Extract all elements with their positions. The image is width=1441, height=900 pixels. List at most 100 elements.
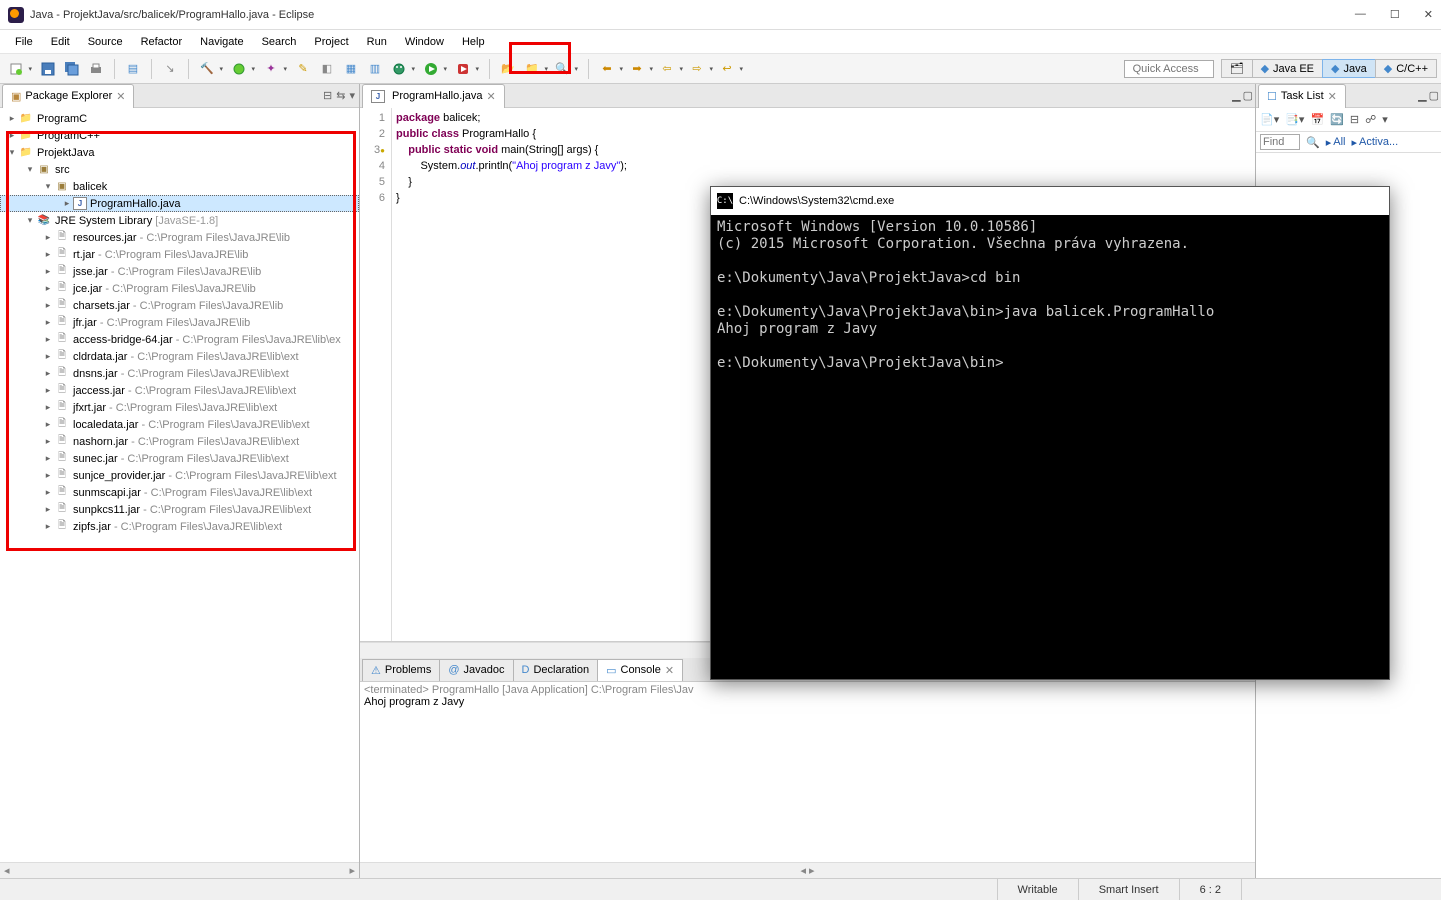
next-annotation-button[interactable]: ➡ xyxy=(627,59,647,79)
minimize-button[interactable]: — xyxy=(1355,8,1366,21)
open-perspective-button[interactable]: 🗂 xyxy=(1221,59,1253,78)
console-scrollbar[interactable]: ◂ ▸ xyxy=(360,862,1255,878)
task-menu-icon[interactable]: ▾ xyxy=(1382,113,1388,126)
menu-project[interactable]: Project xyxy=(305,33,357,51)
skip-breakpoints-button[interactable]: ↘ xyxy=(160,59,180,79)
menu-search[interactable]: Search xyxy=(253,33,306,51)
horizontal-scrollbar[interactable]: ◂▸ xyxy=(0,862,359,878)
maximize-editor-icon[interactable]: ▢ xyxy=(1243,89,1253,102)
tree-item[interactable]: 🗎jfxrt.jar - C:\Program Files\JavaJRE\li… xyxy=(0,399,359,416)
close-tasklist-icon[interactable]: ✕ xyxy=(1328,90,1337,103)
collapse-all-icon[interactable]: ⊟ xyxy=(323,89,332,102)
close-view-icon[interactable]: ✕ xyxy=(116,90,125,103)
new-task-icon[interactable]: 📄▾ xyxy=(1260,113,1279,126)
build-button[interactable]: 🔨 xyxy=(197,59,217,79)
console-view[interactable]: <terminated> ProgramHallo [Java Applicat… xyxy=(360,682,1255,862)
tree-item[interactable]: JProgramHallo.java xyxy=(0,195,359,212)
quick-access-input[interactable] xyxy=(1124,60,1214,78)
tree-item[interactable]: 🗎zipfs.jar - C:\Program Files\JavaJRE\li… xyxy=(0,518,359,535)
task-all-link[interactable]: ▸ All xyxy=(1326,136,1346,149)
close-button[interactable]: ✕ xyxy=(1424,8,1433,21)
close-editor-icon[interactable]: ✕ xyxy=(486,90,495,103)
link-editor-icon[interactable]: ⇆ xyxy=(336,89,345,102)
tree-item[interactable]: 🗎charsets.jar - C:\Program Files\JavaJRE… xyxy=(0,297,359,314)
maximize-button[interactable]: ☐ xyxy=(1390,8,1400,21)
tree-item[interactable]: 📁ProgramC xyxy=(0,110,359,127)
tree-item[interactable]: 🗎access-bridge-64.jar - C:\Program Files… xyxy=(0,331,359,348)
tree-item[interactable]: 🗎sunmscapi.jar - C:\Program Files\JavaJR… xyxy=(0,484,359,501)
new-server-button[interactable]: 📂 xyxy=(498,59,518,79)
menu-navigate[interactable]: Navigate xyxy=(191,33,252,51)
perspective-javaee[interactable]: ◆Java EE xyxy=(1252,59,1323,78)
open-folder-button[interactable]: 📁 xyxy=(522,59,542,79)
show-whitespace-button[interactable]: ▥ xyxy=(365,59,385,79)
task-sync-icon[interactable]: 🔄 xyxy=(1330,113,1344,126)
tree-item[interactable]: 📚JRE System Library [JavaSE-1.8] xyxy=(0,212,359,229)
cmd-window[interactable]: C:\ C:\Windows\System32\cmd.exe Microsof… xyxy=(710,186,1390,680)
maximize-tasklist-icon[interactable]: ▢ xyxy=(1429,89,1439,102)
perspective-cc[interactable]: ◆C/C++ xyxy=(1375,59,1437,78)
tree-item[interactable]: 🗎sunec.jar - C:\Program Files\JavaJRE\li… xyxy=(0,450,359,467)
tree-item[interactable]: ▣src xyxy=(0,161,359,178)
tree-item[interactable]: 🗎nashorn.jar - C:\Program Files\JavaJRE\… xyxy=(0,433,359,450)
last-edit-button[interactable]: ⬅ xyxy=(597,59,617,79)
editor-tab[interactable]: J ProgramHallo.java ✕ xyxy=(362,84,505,108)
view-menu-icon[interactable]: ▾ xyxy=(349,89,355,102)
menu-help[interactable]: Help xyxy=(453,33,494,51)
tree-item[interactable]: 🗎jfr.jar - C:\Program Files\JavaJRE\lib xyxy=(0,314,359,331)
tree-item[interactable]: 🗎jsse.jar - C:\Program Files\JavaJRE\lib xyxy=(0,263,359,280)
tree-item[interactable]: 🗎sunjce_provider.jar - C:\Program Files\… xyxy=(0,467,359,484)
menu-run[interactable]: Run xyxy=(358,33,396,51)
menu-file[interactable]: File xyxy=(6,33,42,51)
save-all-button[interactable] xyxy=(62,59,82,79)
task-activate-link[interactable]: ▸ Activa... xyxy=(1351,136,1398,149)
tree-item[interactable]: 🗎localedata.jar - C:\Program Files\JavaJ… xyxy=(0,416,359,433)
tab-declaration[interactable]: DDeclaration xyxy=(513,659,599,681)
task-find-input[interactable] xyxy=(1260,134,1300,150)
perspective-java[interactable]: ◆Java xyxy=(1322,59,1376,78)
new-package-button[interactable]: ✦ xyxy=(261,59,281,79)
run-button[interactable] xyxy=(421,59,441,79)
toggle-breadcrumb-button[interactable]: ▤ xyxy=(123,59,143,79)
tab-console[interactable]: ▭Console ✕ xyxy=(597,659,683,681)
open-type-button[interactable]: ✎ xyxy=(293,59,313,79)
tree-item[interactable]: ▣balicek xyxy=(0,178,359,195)
cmd-titlebar[interactable]: C:\ C:\Windows\System32\cmd.exe xyxy=(711,187,1389,215)
tree-item[interactable]: 📁ProjektJava xyxy=(0,144,359,161)
task-list-tab[interactable]: ☐ Task List ✕ xyxy=(1258,84,1346,108)
print-button[interactable] xyxy=(86,59,106,79)
menu-refactor[interactable]: Refactor xyxy=(132,33,192,51)
forward-button[interactable]: ⇨ xyxy=(687,59,707,79)
minimize-editor-icon[interactable]: ▁ xyxy=(1232,89,1240,102)
open-task-button[interactable]: ◧ xyxy=(317,59,337,79)
toggle-mark-button[interactable]: ▦ xyxy=(341,59,361,79)
tree-item[interactable]: 🗎cldrdata.jar - C:\Program Files\JavaJRE… xyxy=(0,348,359,365)
minimize-tasklist-icon[interactable]: ▁ xyxy=(1418,89,1426,102)
menu-source[interactable]: Source xyxy=(79,33,132,51)
tree-item[interactable]: 🗎jce.jar - C:\Program Files\JavaJRE\lib xyxy=(0,280,359,297)
new-button[interactable] xyxy=(6,59,26,79)
search-button[interactable]: 🔍 xyxy=(552,59,572,79)
search-icon[interactable]: 🔍 xyxy=(1306,136,1320,149)
menu-window[interactable]: Window xyxy=(396,33,453,51)
tree-item[interactable]: 🗎resources.jar - C:\Program Files\JavaJR… xyxy=(0,229,359,246)
tree-item[interactable]: 🗎dnsns.jar - C:\Program Files\JavaJRE\li… xyxy=(0,365,359,382)
debug-button[interactable] xyxy=(389,59,409,79)
run-external-button[interactable] xyxy=(453,59,473,79)
package-explorer-tab[interactable]: ▣ Package Explorer ✕ xyxy=(2,84,134,108)
task-filter-icon[interactable]: ☍ xyxy=(1365,113,1376,126)
tree-item[interactable]: 🗎sunpkcs11.jar - C:\Program Files\JavaJR… xyxy=(0,501,359,518)
task-collapse-icon[interactable]: ⊟ xyxy=(1350,113,1359,126)
tree-item[interactable]: 🗎jaccess.jar - C:\Program Files\JavaJRE\… xyxy=(0,382,359,399)
project-tree[interactable]: 📁ProgramC📁ProgramC++📁ProjektJava▣src▣bal… xyxy=(0,108,359,862)
new-class-button[interactable] xyxy=(229,59,249,79)
task-category-icon[interactable]: 📑▾ xyxy=(1285,113,1304,126)
task-schedule-icon[interactable]: 📅 xyxy=(1310,113,1324,126)
nav-back-button[interactable]: ↩ xyxy=(717,59,737,79)
tree-item[interactable]: 📁ProgramC++ xyxy=(0,127,359,144)
tree-item[interactable]: 🗎rt.jar - C:\Program Files\JavaJRE\lib xyxy=(0,246,359,263)
tab-problems[interactable]: ⚠Problems xyxy=(362,659,440,681)
menu-edit[interactable]: Edit xyxy=(42,33,79,51)
save-button[interactable] xyxy=(38,59,58,79)
back-button[interactable]: ⇦ xyxy=(657,59,677,79)
